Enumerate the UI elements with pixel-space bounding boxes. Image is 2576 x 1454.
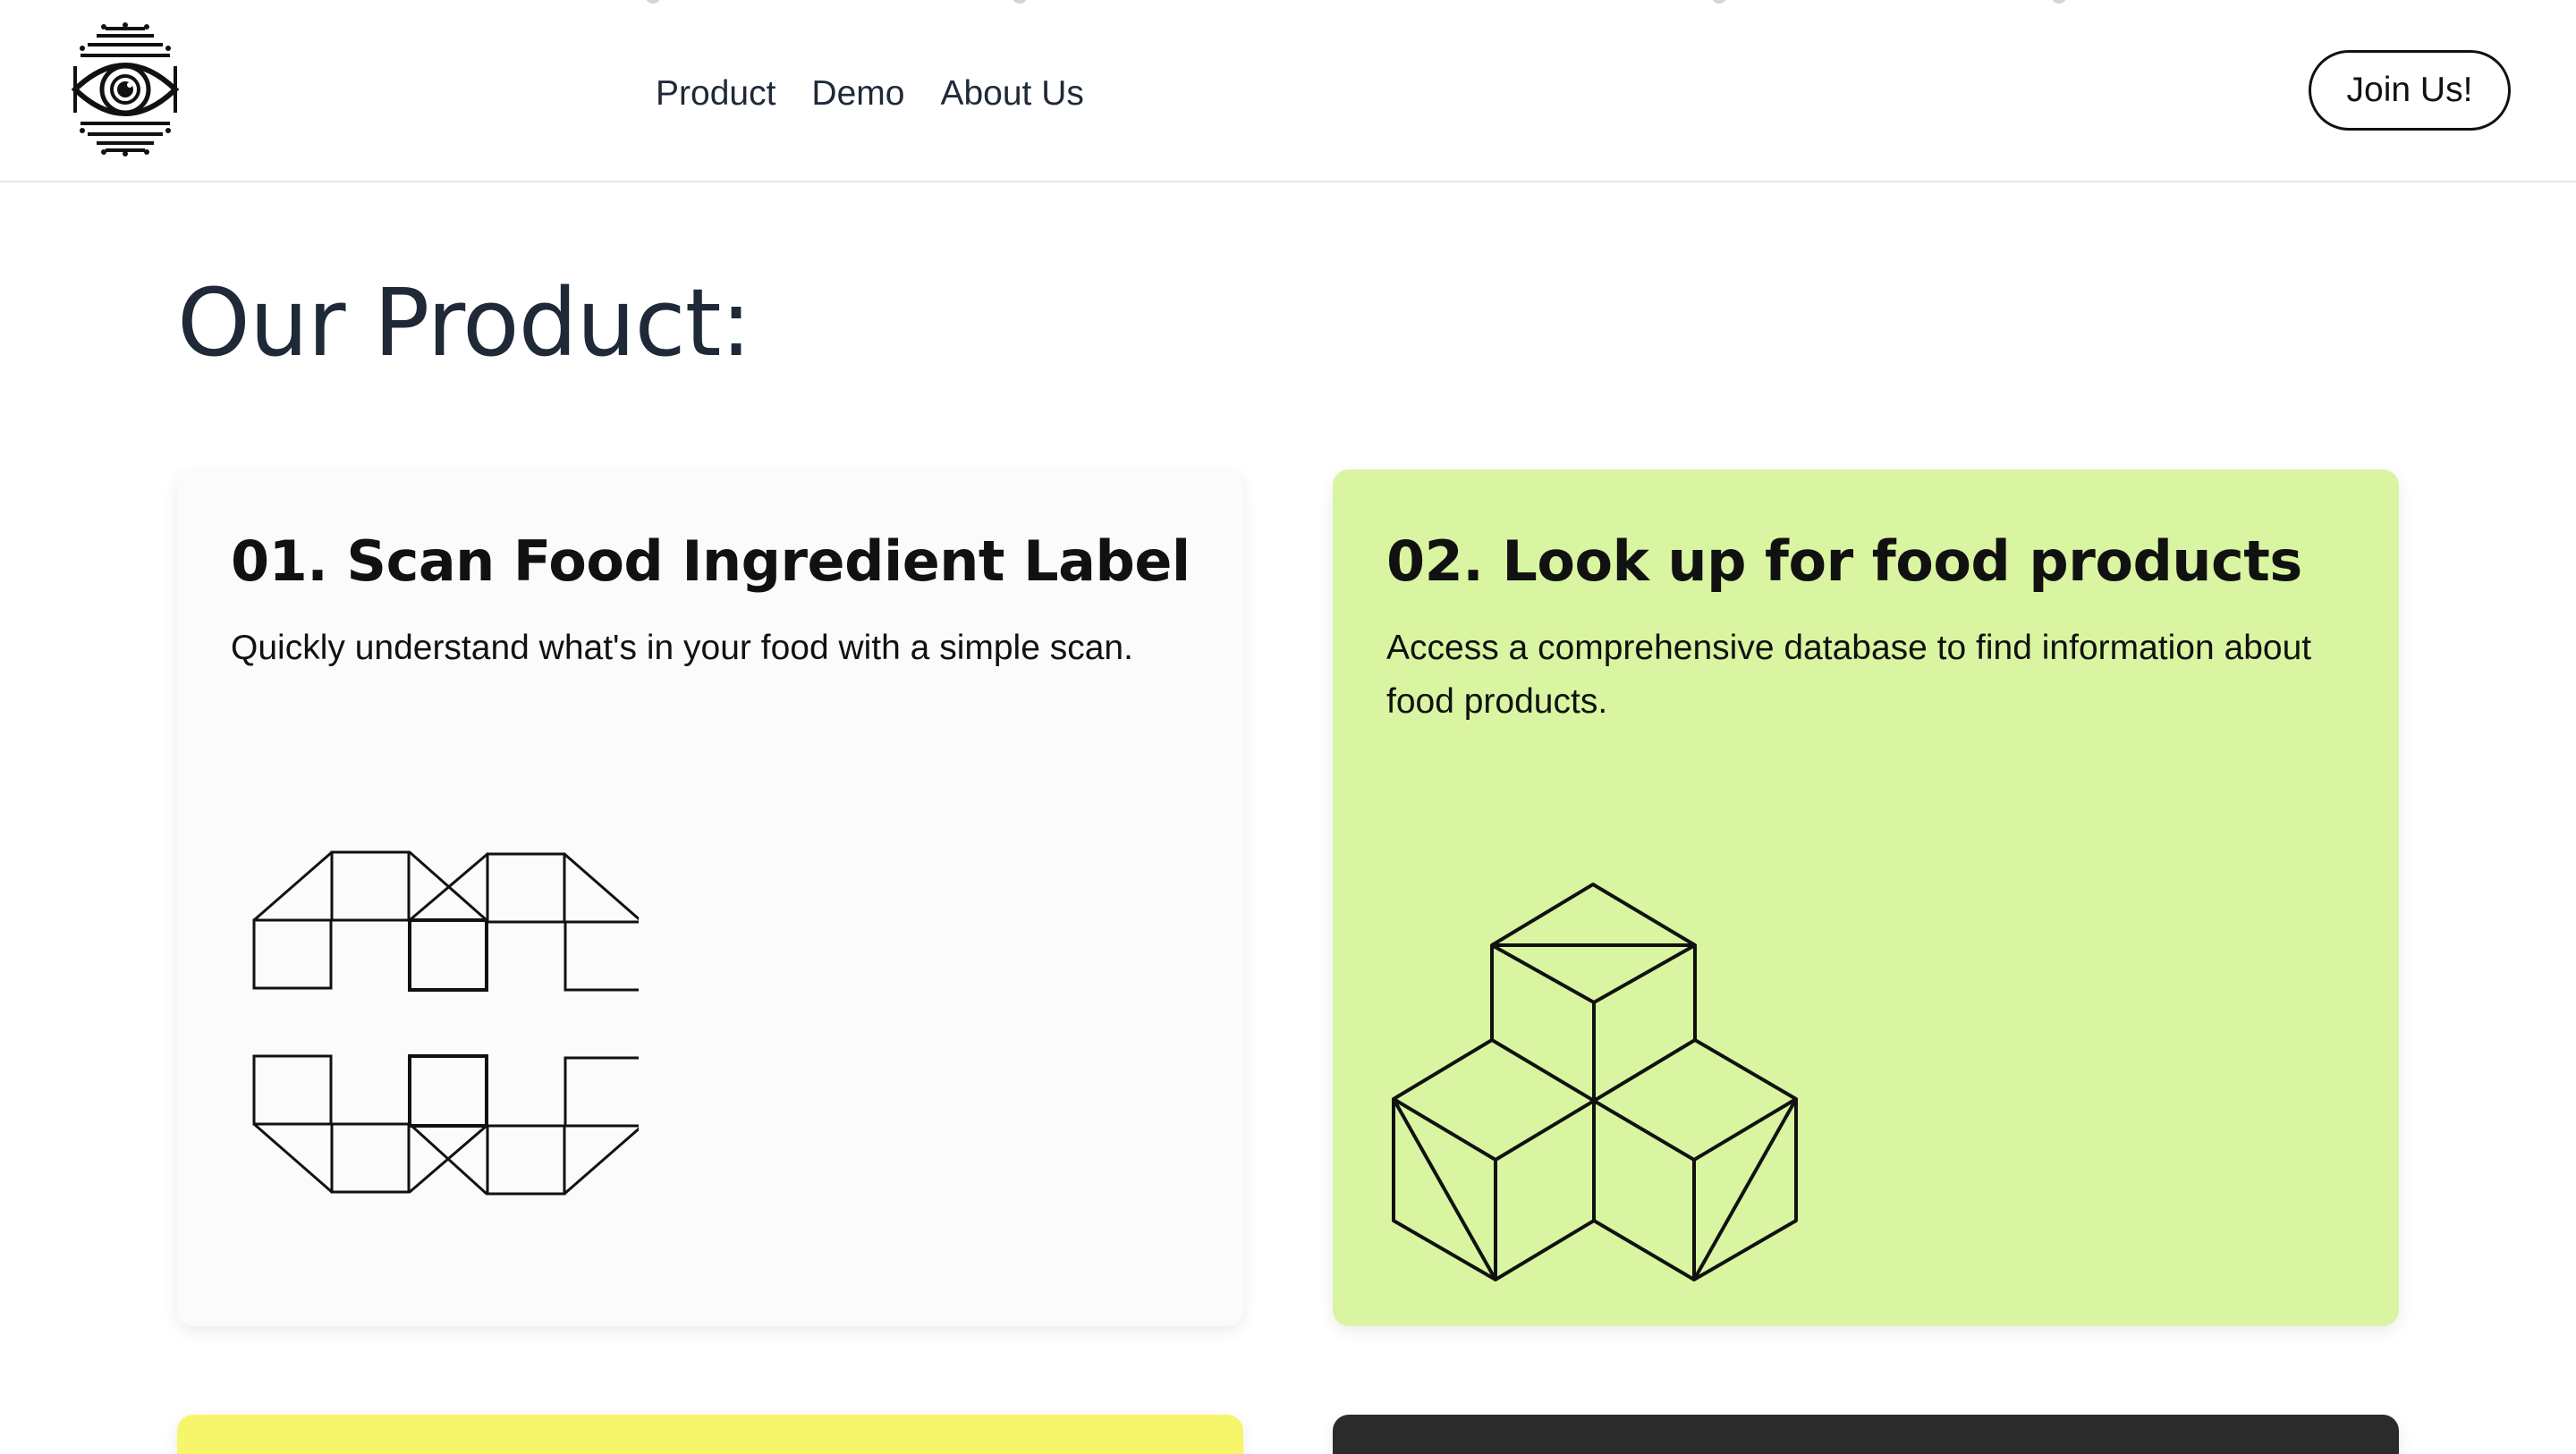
product-card-3 bbox=[177, 1415, 1243, 1454]
top-edge-mark bbox=[646, 0, 660, 4]
card-description: Quickly understand what's in your food w… bbox=[231, 629, 1133, 667]
top-edge-mark bbox=[1013, 0, 1027, 4]
scan-frame-icon bbox=[252, 850, 639, 1196]
nav-link-demo[interactable]: Demo bbox=[811, 74, 904, 114]
top-edge-mark bbox=[2052, 0, 2066, 4]
product-card-lookup: 02. Look up for food products Access a c… bbox=[1333, 469, 2399, 1326]
nav-link-about-us[interactable]: About Us bbox=[940, 74, 1083, 114]
site-header: Product Demo About Us Join Us! bbox=[0, 0, 2576, 182]
main-nav: Product Demo About Us bbox=[656, 63, 1120, 125]
stacked-cubes-icon bbox=[1392, 883, 1798, 1281]
eye-circuit-logo-icon[interactable] bbox=[70, 21, 181, 157]
nav-link-product[interactable]: Product bbox=[656, 74, 775, 114]
join-us-button[interactable]: Join Us! bbox=[2309, 50, 2511, 131]
top-edge-mark bbox=[1712, 0, 1726, 4]
card-title: 01. Scan Food Ingredient Label bbox=[231, 528, 1191, 594]
page-title: Our Product: bbox=[177, 268, 752, 377]
card-description: Access a comprehensive database to find … bbox=[1386, 629, 2312, 721]
page: Product Demo About Us Join Us! Our Produ… bbox=[0, 0, 2576, 1454]
product-card-4 bbox=[1333, 1415, 2399, 1454]
product-card-scan: 01. Scan Food Ingredient Label Quickly u… bbox=[177, 469, 1243, 1326]
card-title: 02. Look up for food products bbox=[1386, 528, 2302, 594]
